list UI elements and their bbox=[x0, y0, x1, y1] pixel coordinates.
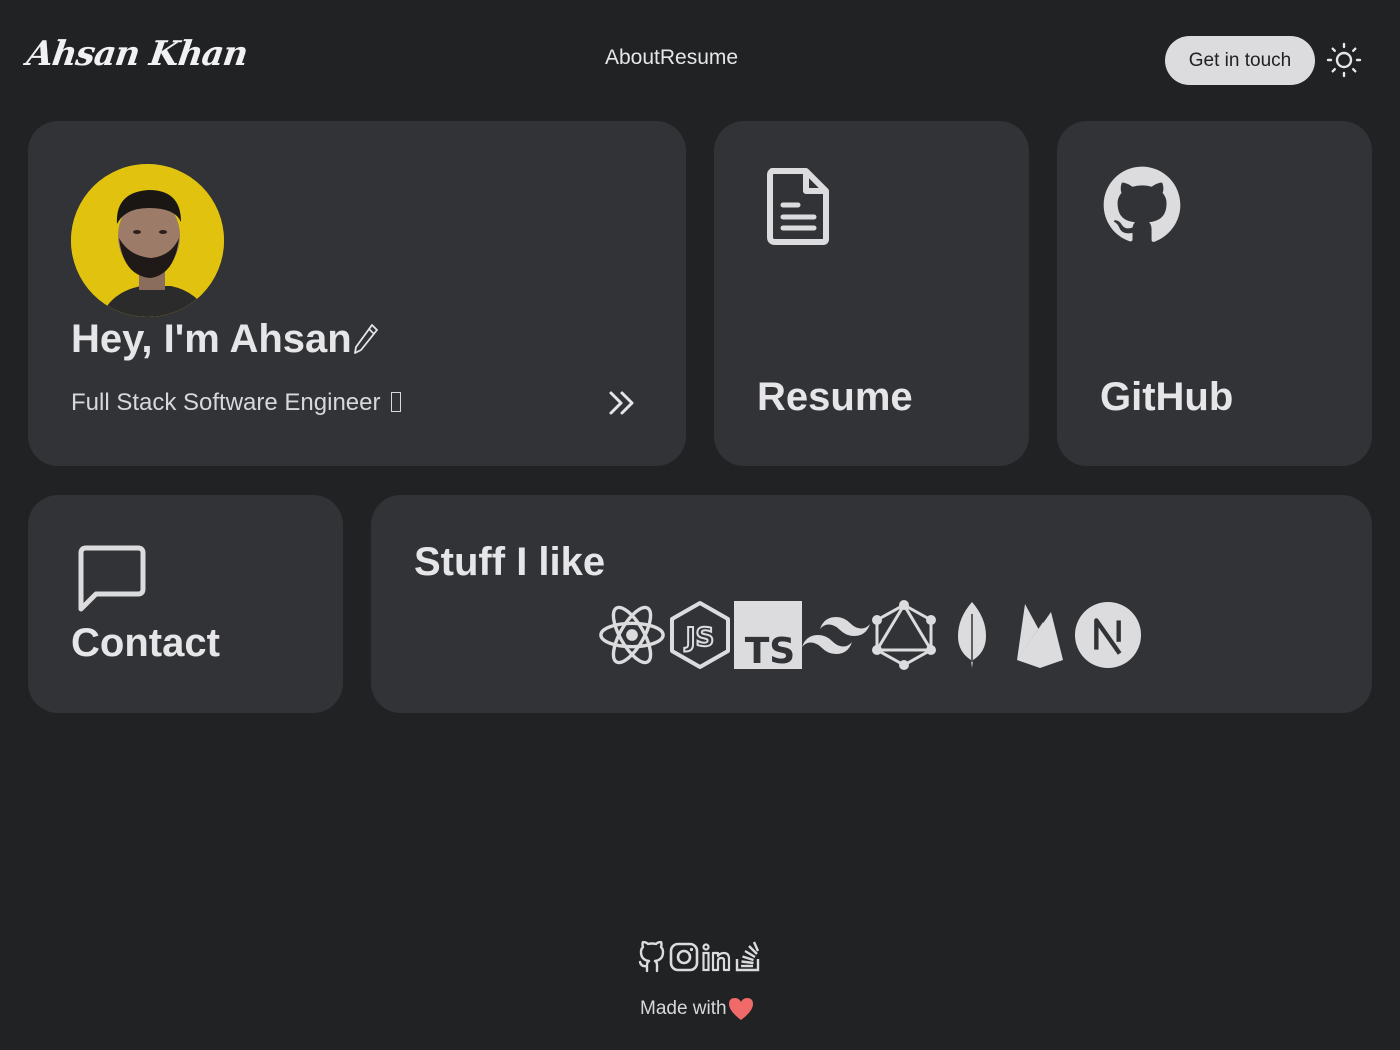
resume-card-label: Resume bbox=[757, 375, 913, 419]
github-icon bbox=[638, 941, 665, 973]
github-icon bbox=[1103, 166, 1181, 242]
hero-card: Hey, I'm Ahsan Full Stack Software Engin… bbox=[28, 121, 686, 466]
react-icon bbox=[598, 599, 666, 671]
stuff-i-like-card: Stuff I like JS TS bbox=[371, 495, 1372, 713]
emoji-placeholder-icon bbox=[391, 392, 402, 412]
stackoverflow-icon bbox=[735, 941, 760, 972]
nav-about[interactable]: About bbox=[605, 46, 660, 70]
footer-github-link[interactable] bbox=[636, 940, 668, 974]
firebase-icon bbox=[1006, 599, 1074, 671]
footer-linkedin-link[interactable] bbox=[700, 940, 732, 974]
chat-bubble-icon bbox=[78, 545, 146, 612]
mongodb-icon bbox=[938, 599, 1006, 671]
sun-icon bbox=[1326, 42, 1362, 78]
github-card[interactable]: GitHub bbox=[1057, 121, 1372, 466]
site-header: Ahsan Khan About Resume Get in touch bbox=[0, 0, 1400, 120]
linkedin-icon bbox=[702, 943, 731, 972]
svg-text:TS: TS bbox=[745, 631, 795, 669]
footer-instagram-link[interactable] bbox=[668, 940, 700, 974]
stuff-title: Stuff I like bbox=[414, 540, 606, 584]
main-nav: About Resume bbox=[605, 46, 738, 70]
get-in-touch-button[interactable]: Get in touch bbox=[1165, 36, 1315, 85]
contact-card-label: Contact bbox=[71, 621, 220, 665]
double-chevron-right-icon bbox=[609, 391, 634, 415]
nextjs-icon bbox=[1074, 599, 1142, 671]
pencil-icon bbox=[353, 324, 378, 354]
tech-icons-row: JS TS bbox=[598, 599, 1142, 671]
instagram-icon bbox=[669, 942, 699, 972]
hero-title: Hey, I'm Ahsan bbox=[71, 317, 380, 362]
github-card-label: GitHub bbox=[1100, 375, 1234, 419]
resume-card[interactable]: Resume bbox=[714, 121, 1029, 466]
social-links bbox=[636, 940, 764, 974]
document-icon bbox=[767, 168, 829, 245]
graphql-icon bbox=[870, 599, 938, 671]
typescript-icon: TS bbox=[734, 599, 802, 671]
nav-resume[interactable]: Resume bbox=[660, 46, 738, 70]
svg-text:JS: JS bbox=[684, 623, 714, 653]
avatar bbox=[71, 164, 224, 317]
heart-icon bbox=[728, 998, 753, 1020]
theme-toggle-button[interactable] bbox=[1324, 40, 1364, 80]
made-with-text: Made with bbox=[640, 997, 754, 1021]
logo[interactable]: Ahsan Khan bbox=[24, 34, 249, 74]
tailwind-icon bbox=[802, 599, 870, 671]
nodejs-icon: JS bbox=[666, 599, 734, 671]
footer-stackoverflow-link[interactable] bbox=[732, 940, 764, 974]
contact-card[interactable]: Contact bbox=[28, 495, 343, 713]
hero-arrow-button[interactable] bbox=[606, 387, 638, 419]
hero-subtitle: Full Stack Software Engineer bbox=[71, 389, 402, 417]
